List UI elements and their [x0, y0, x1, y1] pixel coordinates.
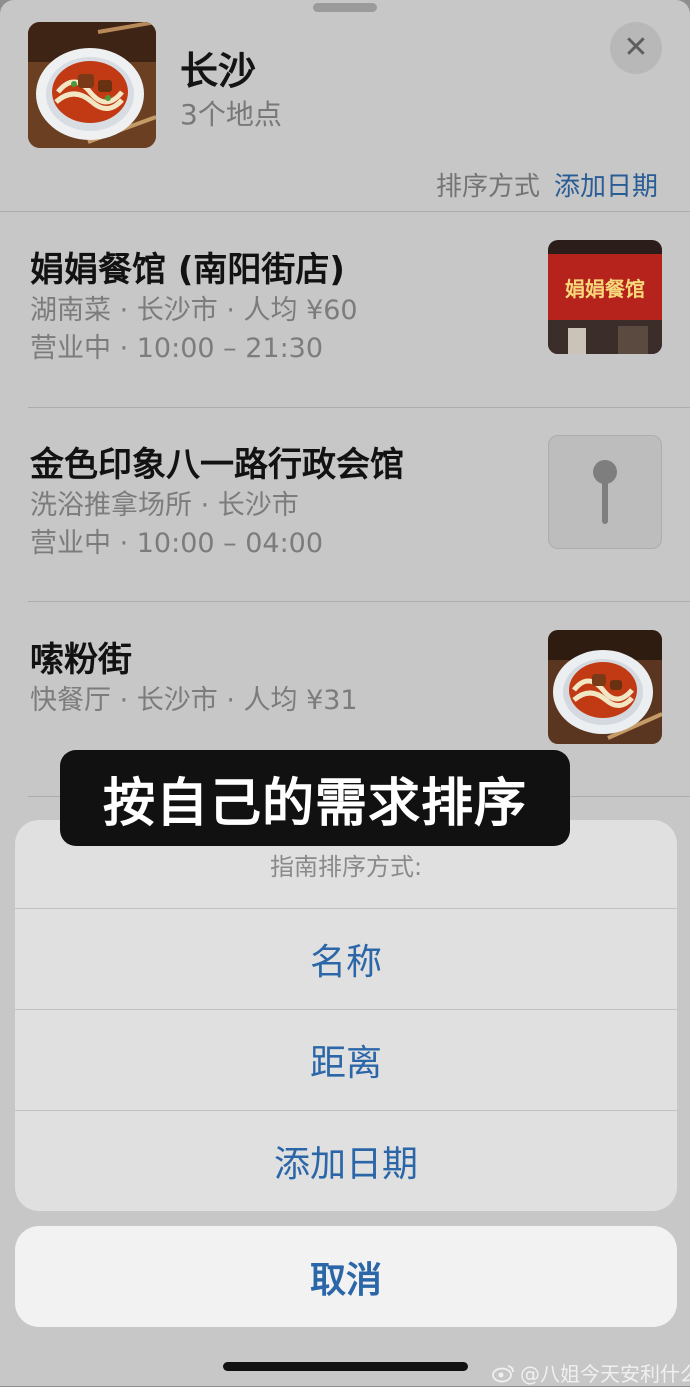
sheet-grabber[interactable]	[313, 3, 377, 12]
guide-cover-image	[28, 22, 156, 148]
pin-icon	[593, 460, 617, 524]
place-thumbnail-noodle[interactable]	[548, 630, 662, 744]
watermark-text: @八姐今天安利什么	[520, 1362, 690, 1386]
sort-option-add-date[interactable]: 添加日期	[15, 1110, 677, 1211]
place-name[interactable]: 金色印象八一路行政会馆	[30, 437, 404, 486]
watermark: @八姐今天安利什么	[492, 1358, 690, 1387]
sort-by-add-date-link[interactable]: 添加日期	[554, 166, 658, 203]
place-thumbnail-placeholder[interactable]	[548, 435, 662, 549]
close-button[interactable]: ✕	[610, 22, 662, 74]
divider	[0, 211, 690, 212]
place-category: 湖南菜 · 长沙市 · 人均 ¥60	[30, 295, 358, 326]
sort-option-distance[interactable]: 距离	[15, 1009, 677, 1110]
place-category: 洗浴推拿场所 · 长沙市	[30, 490, 299, 521]
place-hours: 营业中 · 10:00 – 04:00	[30, 528, 324, 559]
sort-option-name[interactable]: 名称	[15, 908, 677, 1009]
place-category: 快餐厅 · 长沙市 · 人均 ¥31	[30, 685, 358, 716]
divider	[28, 407, 690, 408]
sort-label: 排序方式	[436, 172, 541, 202]
divider	[28, 601, 690, 602]
close-icon: ✕	[623, 30, 649, 65]
place-name[interactable]: 嗦粉街	[30, 632, 132, 681]
place-hours: 营业中 · 10:00 – 21:30	[30, 333, 324, 364]
caption-text: 按自己的需求排序	[102, 773, 527, 834]
sort-action-sheet: 指南排序方式: 名称 距离 添加日期	[15, 820, 677, 1211]
cancel-button[interactable]: 取消	[15, 1226, 677, 1327]
weibo-icon	[492, 1364, 514, 1382]
video-caption-overlay: 按自己的需求排序	[60, 750, 570, 846]
restaurant-sign: 娟娟餐馆	[565, 277, 645, 301]
home-indicator[interactable]	[223, 1362, 468, 1371]
place-thumbnail-restaurant[interactable]: 娟娟餐馆	[548, 240, 662, 354]
guide-title: 长沙	[180, 49, 257, 93]
place-name[interactable]: 娟娟餐馆 (南阳街店)	[30, 242, 345, 291]
guide-place-count: 3个地点	[180, 98, 282, 131]
